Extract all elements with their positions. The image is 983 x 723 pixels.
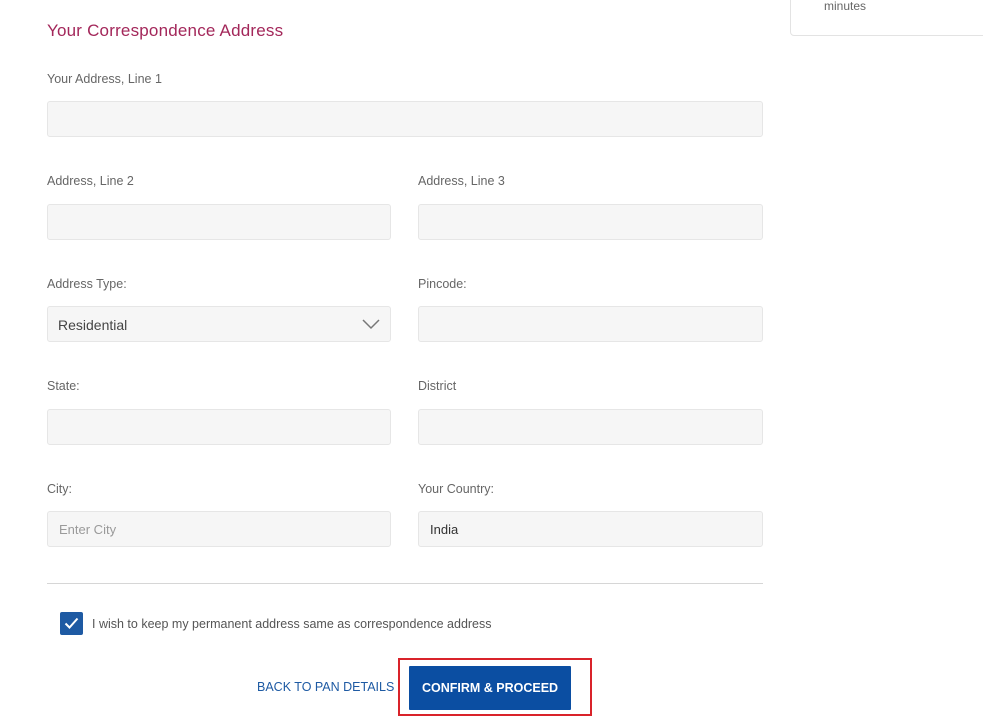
- address-type-label: Address Type:: [47, 277, 127, 291]
- pincode-label: Pincode:: [418, 277, 467, 291]
- section-title: Your Correspondence Address: [47, 21, 284, 40]
- section-divider: [47, 583, 763, 584]
- country-label: Your Country:: [418, 482, 494, 496]
- pincode-input[interactable]: [418, 306, 763, 342]
- side-info-card: minutes: [790, 0, 983, 36]
- address-line1-label: Your Address, Line 1: [47, 72, 162, 86]
- district-input[interactable]: [418, 409, 763, 445]
- state-label: State:: [47, 379, 80, 393]
- district-label: District: [418, 379, 457, 393]
- address-line2-label: Address, Line 2: [47, 174, 134, 188]
- back-to-pan-details-link[interactable]: BACK TO PAN DETAILS: [257, 681, 394, 694]
- same-address-checkbox-label[interactable]: I wish to keep my permanent address same…: [92, 618, 492, 631]
- checkmark-icon: [64, 617, 79, 629]
- address-type-value: Residential: [58, 317, 128, 333]
- address-line3-label: Address, Line 3: [418, 174, 505, 188]
- correspondence-address-page: minutes Your Correspondence Address Your…: [0, 0, 983, 723]
- address-line1-input[interactable]: [47, 101, 763, 137]
- state-input[interactable]: [47, 409, 391, 445]
- address-line3-input[interactable]: [418, 204, 763, 240]
- chevron-down-icon: [362, 319, 380, 330]
- city-input[interactable]: [47, 511, 391, 547]
- address-type-select[interactable]: Residential: [47, 306, 391, 342]
- country-input[interactable]: [418, 511, 763, 547]
- confirm-proceed-button[interactable]: CONFIRM & PROCEED: [409, 666, 571, 710]
- side-card-text: minutes: [824, 0, 867, 13]
- city-label: City:: [47, 482, 72, 496]
- same-address-checkbox[interactable]: [60, 612, 83, 635]
- address-line2-input[interactable]: [47, 204, 391, 240]
